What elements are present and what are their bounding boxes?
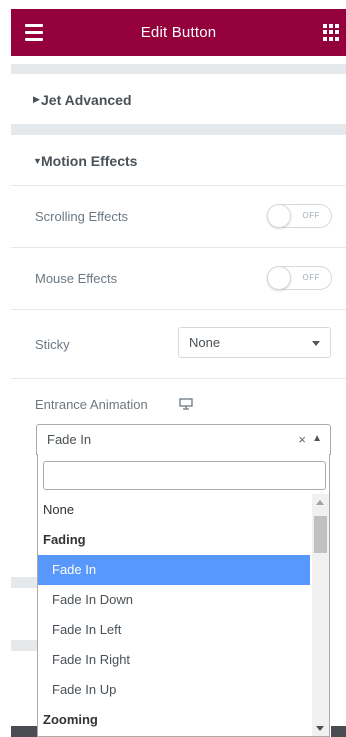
dropdown-group-label: Fading [43, 532, 86, 547]
section-separator [11, 577, 37, 588]
toggle-state: OFF [302, 211, 320, 220]
section-separator [11, 124, 346, 135]
dropdown-option[interactable]: Fade In Right [38, 645, 310, 675]
dropdown-option[interactable]: Fade In Up [38, 675, 310, 705]
animation-dropdown: None Fading Fade In Fade In Down Fade In Lef… [37, 454, 330, 737]
toggle-knob [267, 204, 291, 228]
dropdown-option[interactable]: Fade In Down [38, 585, 310, 615]
desktop-monitor-icon[interactable] [179, 398, 193, 410]
dropdown-option[interactable]: Fade In Left [38, 615, 310, 645]
hamburger-menu-icon[interactable] [25, 24, 43, 41]
widgets-grid-icon[interactable] [323, 24, 340, 41]
section-separator [11, 640, 37, 651]
control-label: Entrance Animation [35, 397, 148, 412]
scroll-thumb[interactable] [314, 516, 327, 553]
chevron-down-icon [312, 341, 320, 346]
section-label: Motion Effects [41, 152, 138, 169]
dropdown-group-label: Zooming [43, 712, 98, 727]
scroll-down-icon[interactable] [316, 726, 324, 731]
section-separator [11, 64, 346, 74]
scrolling-effects-toggle[interactable]: OFF [267, 204, 332, 228]
scroll-up-icon[interactable] [316, 500, 324, 505]
chevron-up-icon[interactable]: ▲ [312, 433, 322, 444]
sticky-select[interactable]: None [178, 327, 331, 358]
select-value: Fade In [47, 432, 92, 447]
panel-title: Edit Button [140, 24, 217, 41]
caret-right-icon: ▶ [33, 94, 40, 104]
control-mouse-effects: Mouse Effects OFF [11, 247, 346, 309]
dropdown-options: None Fading Fade In Fade In Down Fade In Lef… [38, 495, 310, 735]
dropdown-search-input[interactable] [43, 461, 326, 490]
section-label: Jet Advanced [41, 91, 132, 108]
select-value: None [189, 335, 221, 350]
clear-icon[interactable]: × [298, 432, 306, 447]
footer-bar [331, 726, 346, 737]
caret-down-icon: ▼ [33, 155, 42, 166]
footer-bar [11, 726, 37, 737]
dropdown-option[interactable]: Fade In [38, 555, 310, 585]
mouse-effects-toggle[interactable]: OFF [267, 266, 332, 290]
section-jet-advanced[interactable]: ▶ Jet Advanced [11, 74, 346, 125]
dropdown-option[interactable]: None [38, 495, 310, 525]
section-motion-effects[interactable]: ▼ Motion Effects [11, 135, 346, 186]
toggle-state: OFF [302, 273, 320, 282]
control-scrolling-effects: Scrolling Effects OFF [11, 185, 346, 247]
panel-header: Edit Button [11, 9, 346, 56]
entrance-animation-select[interactable]: Fade In × ▲ [36, 424, 331, 455]
toggle-knob [267, 266, 291, 290]
dropdown-scrollbar[interactable] [312, 494, 329, 736]
